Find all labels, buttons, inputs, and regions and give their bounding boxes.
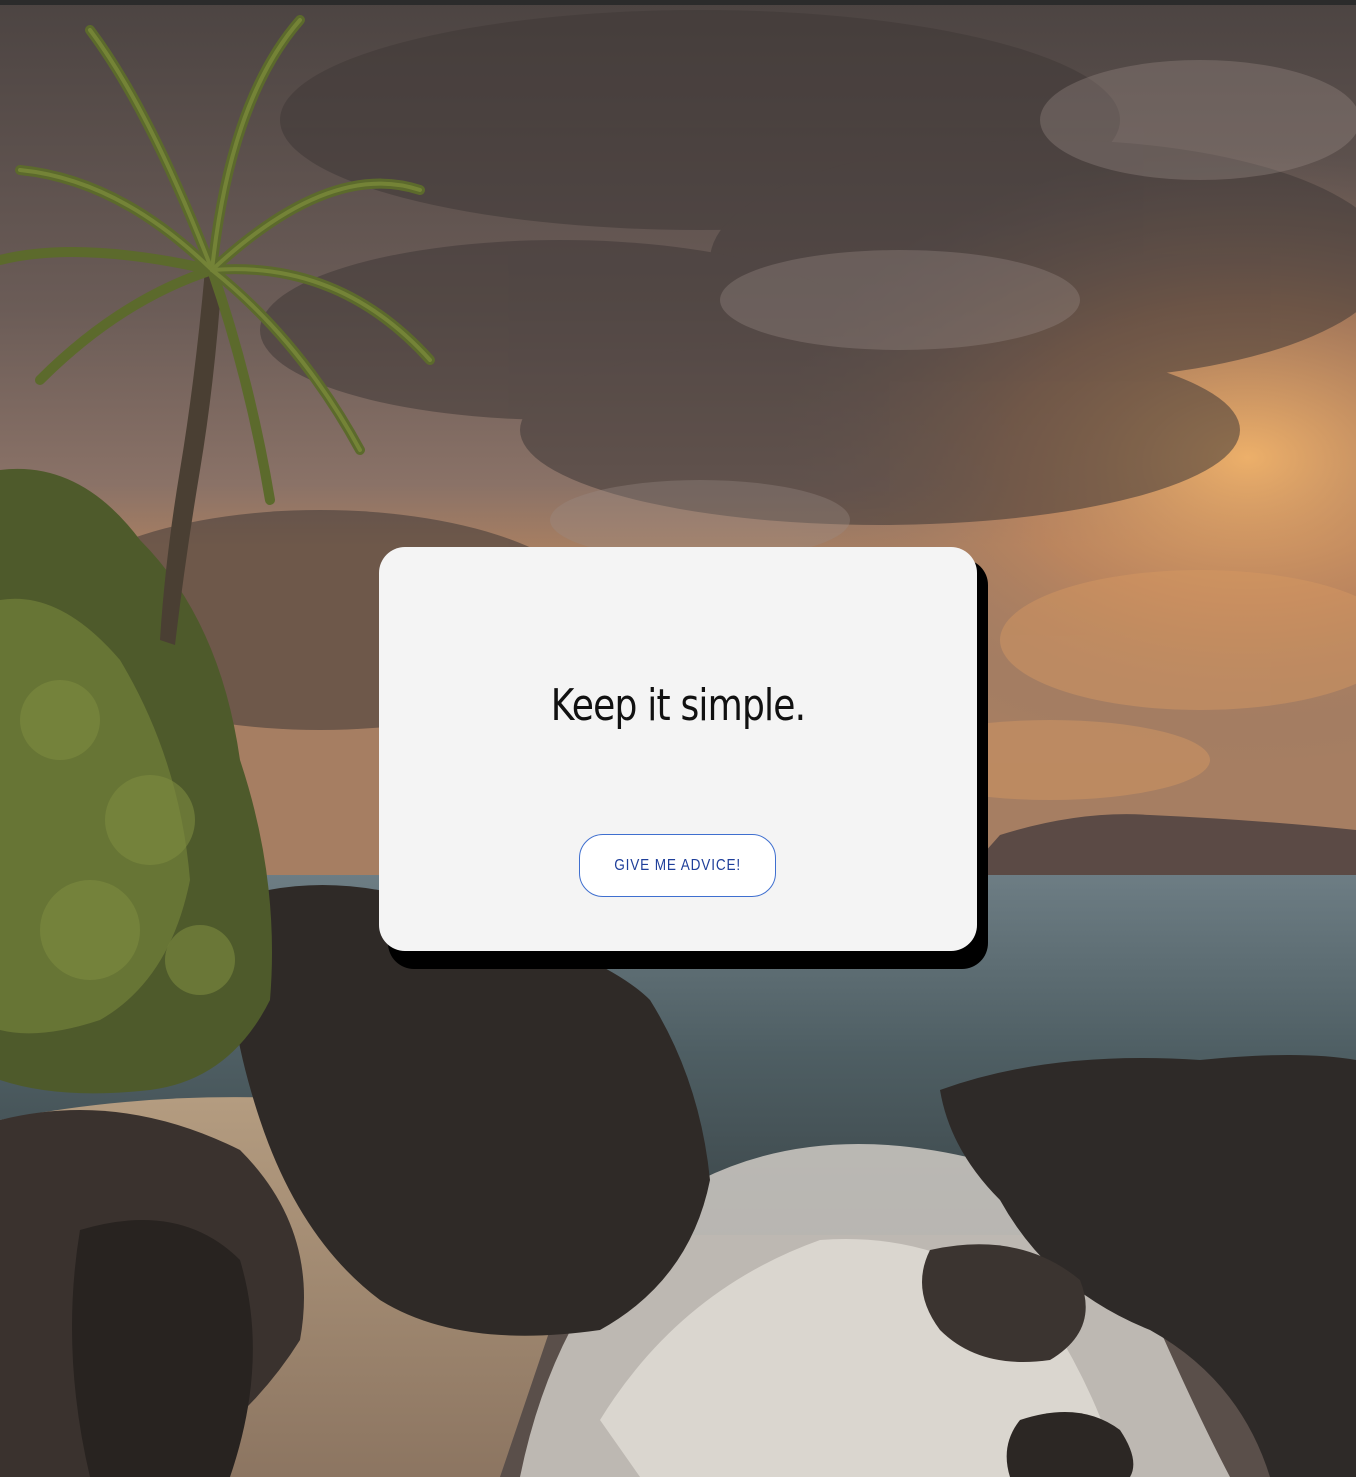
advice-text: Keep it simple. xyxy=(550,680,806,731)
give-me-advice-button-label: GIVE ME ADVICE! xyxy=(614,856,741,874)
give-me-advice-button[interactable]: GIVE ME ADVICE! xyxy=(579,834,776,897)
page: Keep it simple. GIVE ME ADVICE! xyxy=(0,0,1356,1477)
top-strip xyxy=(0,0,1356,5)
